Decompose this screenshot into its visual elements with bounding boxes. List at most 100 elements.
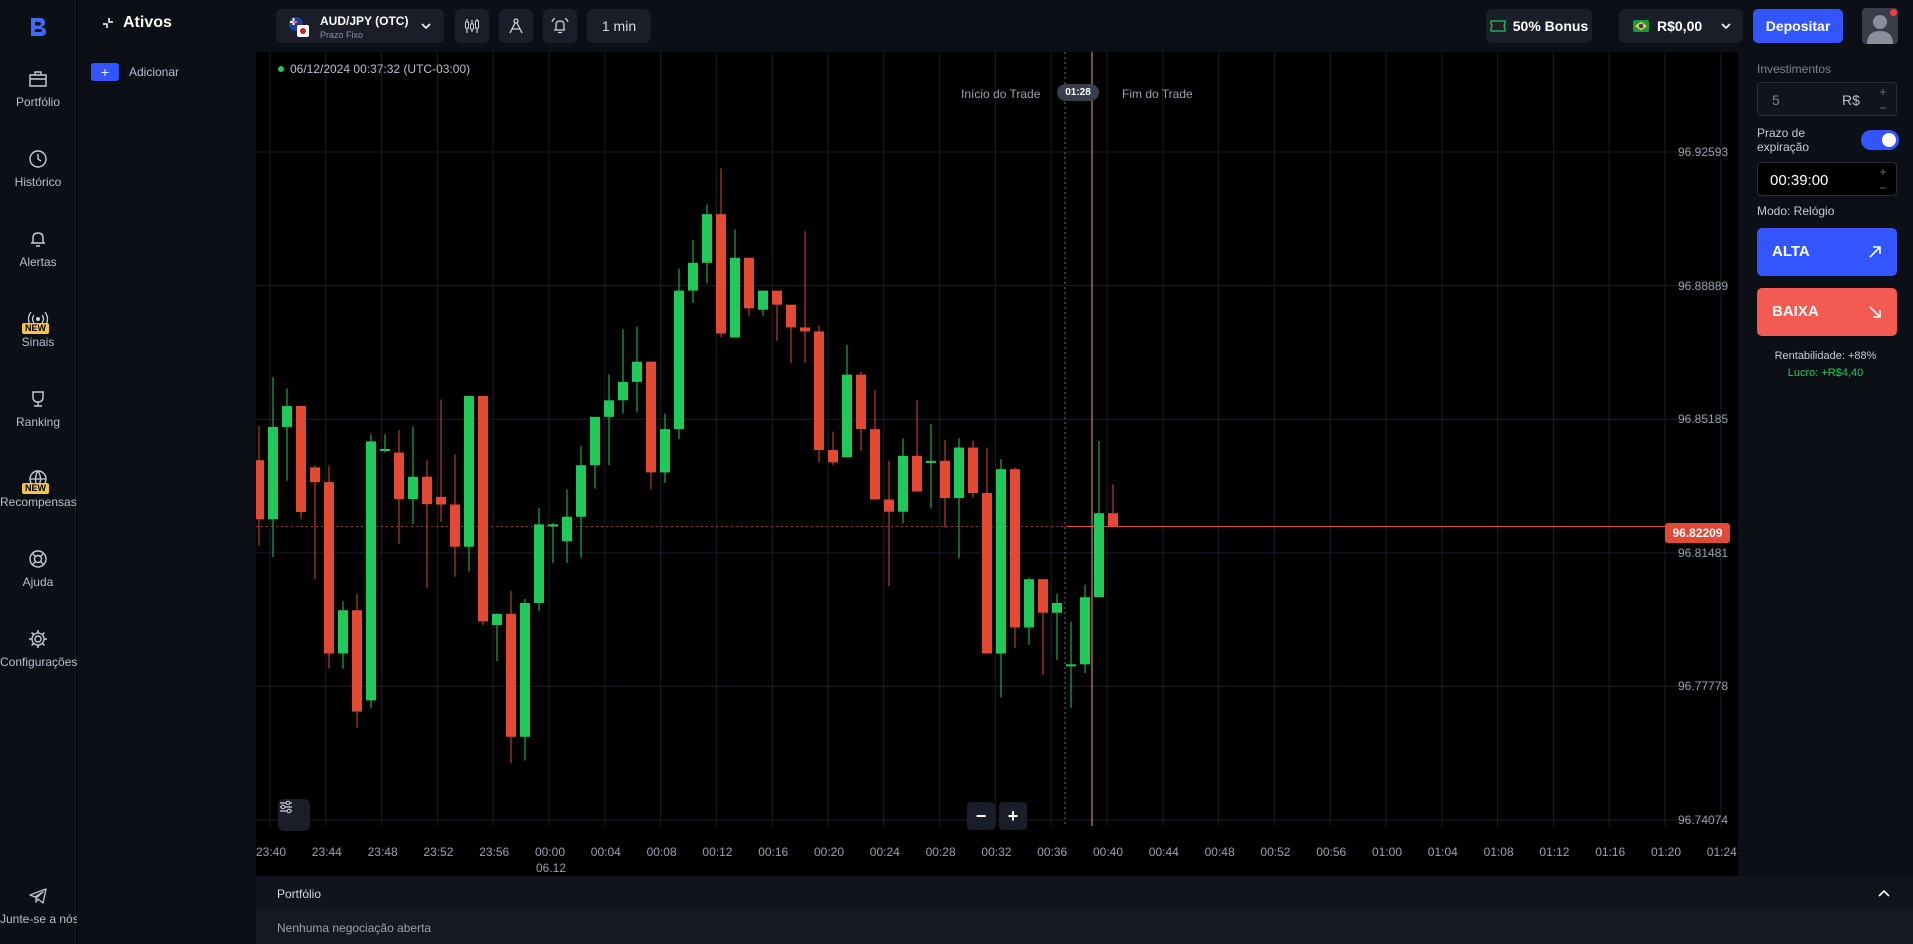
- candle-body: [912, 455, 922, 492]
- zoom-in-button[interactable]: +: [999, 802, 1027, 830]
- sidebar-item-recompensas[interactable]: NEW Recompensas: [0, 468, 77, 528]
- candle: [828, 431, 838, 466]
- candle: [688, 239, 698, 303]
- investment-decrement-button[interactable]: −: [1868, 100, 1898, 116]
- x-date-label: 06.12: [536, 861, 567, 875]
- add-asset-button[interactable]: +: [91, 63, 119, 81]
- trading-app: Portfólio Histórico Alertas NEW Sinais Rankin…: [0, 0, 1913, 944]
- candle-body: [1080, 597, 1090, 665]
- x-axis-tick-label: 00:12: [702, 845, 733, 859]
- sell-down-button[interactable]: BAIXA: [1757, 288, 1897, 336]
- candle: [1038, 579, 1048, 676]
- candle: [422, 460, 432, 588]
- y-axis-tick-label: 96.88889: [1678, 278, 1729, 293]
- buy-label: ALTA: [1772, 243, 1810, 260]
- candle: [660, 413, 670, 483]
- x-axis-tick-label: 00:56: [1316, 845, 1347, 859]
- x-axis-tick-label: 00:48: [1204, 845, 1235, 859]
- candle-body: [716, 214, 726, 334]
- candle-body: [758, 290, 768, 310]
- deposit-button[interactable]: Depositar: [1753, 9, 1843, 43]
- sidebar-item-label: Ranking: [15, 415, 61, 429]
- candle: [646, 361, 656, 490]
- sidebar-item-configuracoes[interactable]: Configurações: [0, 628, 77, 688]
- drawing-tools-button[interactable]: [499, 9, 533, 43]
- expiry-time-input[interactable]: 00:39:00 + −: [1757, 162, 1897, 196]
- candle: [1052, 593, 1062, 660]
- sidebar-item-sinais[interactable]: NEW Sinais: [0, 308, 76, 368]
- sliders-icon: [280, 800, 292, 814]
- candle-body: [828, 450, 838, 463]
- candle: [618, 329, 628, 414]
- candle-body: [618, 381, 628, 401]
- candle: [716, 168, 726, 338]
- candle: [478, 395, 488, 625]
- buy-up-button[interactable]: ALTA: [1757, 228, 1897, 276]
- candle-body: [436, 496, 446, 505]
- expiry-decrement-button[interactable]: −: [1868, 180, 1898, 196]
- candle-body: [646, 361, 656, 473]
- sidebar-item-alertas[interactable]: Alertas: [0, 228, 76, 288]
- assets-panel: Ativos + Adicionar: [77, 0, 256, 944]
- sidebar-item-portfolio[interactable]: Portfólio: [0, 68, 76, 128]
- expiry-label: Prazo de expiração: [1757, 126, 1810, 154]
- sidebar-item-label: Portfólio: [15, 95, 61, 109]
- candle-body: [492, 613, 502, 625]
- price-chart[interactable]: 06/12/2024 00:37:32 (UTC-03:00) Início d…: [256, 52, 1738, 875]
- candle-body: [730, 257, 740, 338]
- portfolio-header[interactable]: Portfólio: [256, 876, 1913, 910]
- candlestick-chart[interactable]: [256, 52, 1738, 874]
- expiry-increment-button[interactable]: +: [1868, 164, 1898, 180]
- x-axis-tick-label: 23:44: [311, 845, 342, 859]
- candle: [702, 204, 712, 284]
- current-price-tag: 96.82209: [1665, 523, 1730, 543]
- candle: [520, 599, 530, 761]
- investment-increment-button[interactable]: +: [1868, 84, 1898, 100]
- trophy-icon: [32, 391, 44, 407]
- zoom-out-button[interactable]: −: [967, 802, 995, 830]
- candle: [1108, 484, 1118, 527]
- candle-body: [324, 482, 334, 654]
- asset-selector[interactable]: AUD/JPY (OTC) Prazo Fixo: [276, 9, 444, 43]
- candle: [590, 416, 600, 489]
- candle-body: [1024, 579, 1034, 628]
- chart-type-button[interactable]: [455, 9, 489, 43]
- candle-body: [982, 492, 992, 654]
- timeframe-button[interactable]: 1 min: [587, 9, 651, 43]
- candle: [352, 593, 362, 729]
- expiry-mode-toggle[interactable]: [1861, 130, 1899, 150]
- candle-body: [968, 447, 978, 493]
- avatar[interactable]: [1862, 8, 1898, 44]
- candle: [1080, 584, 1090, 673]
- candle-body: [394, 452, 404, 500]
- x-axis-tick-label: 01:20: [1651, 845, 1682, 859]
- chevron-up-icon[interactable]: [1877, 887, 1891, 901]
- candle-body: [506, 613, 516, 737]
- x-axis-tick-label: 23:56: [479, 845, 510, 859]
- bonus-button[interactable]: 50% Bonus: [1486, 9, 1592, 43]
- candle: [982, 447, 992, 654]
- rail-item-join[interactable]: Junte-se a nós: [0, 885, 79, 944]
- candle: [338, 601, 348, 669]
- portfolio-title: Portfólio: [277, 887, 322, 901]
- new-badge: NEW: [22, 323, 49, 334]
- y-axis-tick-label: 96.92593: [1678, 145, 1729, 159]
- top-bar: AUD/JPY (OTC) Prazo Fixo 1 min 50% Bonus…: [256, 0, 1913, 52]
- candle-body: [898, 455, 908, 512]
- investment-input[interactable]: 5 R$ + −: [1757, 82, 1897, 116]
- clock-icon: [29, 150, 47, 168]
- collapse-icon[interactable]: [101, 16, 115, 30]
- balance-selector[interactable]: R$0,00: [1619, 9, 1743, 43]
- chart-settings-button[interactable]: [278, 799, 310, 831]
- investment-value: 5: [1772, 92, 1780, 108]
- candle: [884, 460, 894, 587]
- sidebar-item-historico[interactable]: Histórico: [0, 148, 76, 208]
- arrow-up-right-icon: [1869, 246, 1881, 258]
- add-asset-row[interactable]: + Adicionar: [91, 63, 179, 81]
- brand-logo-icon[interactable]: [24, 14, 50, 40]
- sidebar-item-ajuda[interactable]: Ajuda: [0, 548, 76, 608]
- asset-name: AUD/JPY (OTC): [320, 14, 409, 28]
- price-alert-button[interactable]: [543, 9, 577, 43]
- x-axis-tick-label: 00:04: [590, 845, 621, 859]
- sidebar-item-ranking[interactable]: Ranking: [0, 388, 76, 448]
